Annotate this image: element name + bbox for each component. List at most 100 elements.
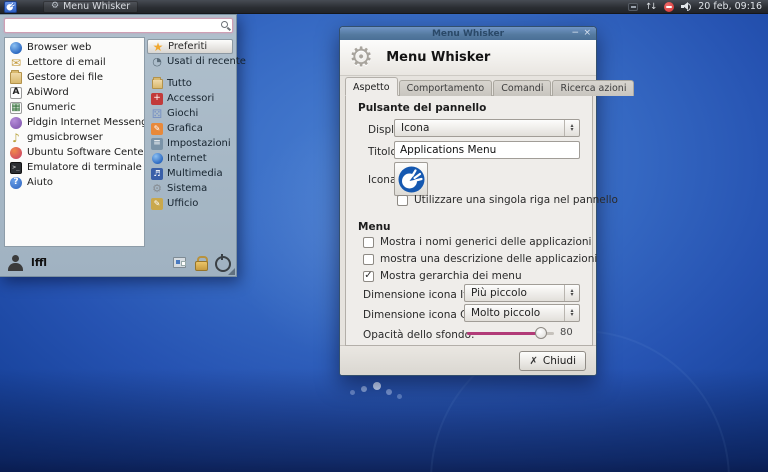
xubuntu-logo-icon [398, 166, 425, 193]
category-giochi[interactable]: ⚄ Giochi [147, 106, 233, 121]
single-row-checkbox[interactable]: Utilizzare una singola riga nel pannello [397, 194, 618, 206]
tab-bar: Aspetto Comportamento Comandi Ricerca az… [345, 78, 634, 96]
avatar [7, 254, 24, 271]
software-center-icon [10, 147, 22, 159]
slider-fill [467, 332, 541, 335]
network-arrows-icon[interactable]: ↑↓ [645, 3, 657, 11]
wallpaper-dot [361, 386, 367, 392]
menu-app-software-center[interactable]: Ubuntu Software Center [5, 145, 144, 160]
section-heading-panel-button: Pulsante del pannello [358, 102, 486, 114]
item-icon-size-combobox[interactable]: Più piccolo ▴▾ [464, 284, 580, 302]
panel-clock[interactable]: 20 feb, 09:16 [698, 1, 764, 12]
update-notifier-icon[interactable] [664, 2, 674, 12]
tab-ricerca-azioni[interactable]: Ricerca azioni [552, 80, 634, 96]
taskbar-window-button[interactable]: ⚙ Menu Whisker [43, 1, 138, 13]
generic-names-checkbox[interactable]: Mostra i nomi generici delle applicazion… [363, 236, 591, 248]
menu-app-file-manager[interactable]: Gestore dei file [5, 70, 144, 85]
settings-icon: ≡ [151, 138, 163, 150]
search-icon [221, 21, 228, 28]
category-internet[interactable]: Internet [147, 151, 233, 166]
category-impostazioni[interactable]: ≡ Impostazioni [147, 136, 233, 151]
system-gear-icon: ⚙ [151, 183, 163, 195]
category-list: ★ Preferiti ◔ Usati di recente Tutto + A… [147, 39, 233, 211]
checkbox-checked-icon: ✓ [363, 271, 374, 282]
menu-app-email[interactable]: ✉ Lettore di email [5, 55, 144, 70]
category-tutto[interactable]: Tutto [147, 76, 233, 91]
category-icon-size-combobox[interactable]: Molto piccolo ▴▾ [464, 304, 580, 322]
title-text-field[interactable] [394, 141, 580, 159]
close-dialog-button[interactable]: ✗ Chiudi [519, 351, 586, 371]
tab-aspetto[interactable]: Aspetto [345, 77, 398, 96]
menu-app-help[interactable]: ? Aiuto [5, 175, 144, 190]
spinner-arrows-icon: ▴▾ [564, 285, 579, 301]
whisker-menu-button[interactable] [4, 1, 17, 13]
category-preferiti[interactable]: ★ Preferiti [147, 39, 233, 54]
multimedia-icon: ♬ [151, 168, 163, 180]
opacity-slider[interactable] [467, 327, 554, 339]
gear-icon: ⚙ [51, 2, 59, 11]
description-checkbox[interactable]: mostra una descrizione delle applicazion… [363, 253, 597, 265]
category-ufficio[interactable]: ✎ Ufficio [147, 196, 233, 211]
category-grafica[interactable]: ✎ Grafica [147, 121, 233, 136]
power-icon[interactable] [215, 255, 229, 269]
taskbar-window-label: Menu Whisker [63, 1, 130, 12]
panel-icon-button[interactable] [394, 162, 428, 196]
spinner-arrows-icon: ▴▾ [564, 305, 579, 321]
checkbox-icon [363, 254, 374, 265]
xubuntu-logo-icon [6, 2, 15, 11]
menu-app-browser-web[interactable]: Browser web [5, 40, 144, 55]
email-icon: ✉ [10, 57, 22, 69]
menu-app-terminal[interactable]: >_ Emulatore di terminale [5, 160, 144, 175]
menu-hierarchy-checkbox[interactable]: ✓ Mostra gerarchia dei menu [363, 270, 522, 282]
menu-app-pidgin[interactable]: Pidgin Internet Messenger [5, 115, 144, 130]
office-icon: ✎ [151, 198, 163, 210]
wallpaper-dot [373, 382, 381, 390]
category-accessori[interactable]: + Accessori [147, 91, 233, 106]
keyboard-indicator-icon[interactable] [628, 3, 638, 11]
minimize-button[interactable]: − [571, 28, 579, 39]
folder-icon [152, 79, 163, 89]
menu-bottom-bar: lffl [0, 248, 236, 276]
lock-screen-icon[interactable] [195, 256, 206, 269]
games-dice-icon: ⚄ [151, 108, 163, 120]
web-browser-icon [10, 42, 22, 54]
close-icon[interactable]: × [583, 28, 591, 39]
slider-handle[interactable] [535, 327, 547, 339]
window-titlebar[interactable]: Menu Whisker − × [340, 27, 596, 40]
display-combobox[interactable]: Icona ▴▾ [394, 119, 580, 137]
category-sistema[interactable]: ⚙ Sistema [147, 181, 233, 196]
volume-icon[interactable] [681, 2, 691, 11]
dialog-header: ⚙ Menu Whisker [340, 40, 596, 76]
category-multimedia[interactable]: ♬ Multimedia [147, 166, 233, 181]
wallpaper-dot [397, 394, 402, 399]
opacity-value: 80 [560, 327, 573, 338]
tab-content: Pulsante del pannello Display: Icona ▴▾ … [345, 95, 593, 346]
category-usati-di-recente[interactable]: ◔ Usati di recente [147, 54, 233, 69]
star-icon: ★ [152, 41, 164, 53]
terminal-icon: >_ [10, 162, 22, 174]
tab-comportamento[interactable]: Comportamento [399, 80, 493, 96]
menu-app-gnumeric[interactable]: ▦ Gnumeric [5, 100, 144, 115]
wallpaper-dot [386, 389, 392, 395]
resize-grip[interactable] [228, 268, 235, 275]
menu-app-gmusicbrowser[interactable]: ♪ gmusicbrowser [5, 130, 144, 145]
whisker-settings-window: Menu Whisker − × ⚙ Menu Whisker Aspetto … [339, 26, 597, 376]
whisker-menu-popup: Browser web ✉ Lettore di email Gestore d… [0, 14, 237, 277]
dialog-footer: ✗ Chiudi [340, 345, 596, 375]
display-settings-icon[interactable] [173, 257, 186, 268]
system-tray: ↑↓ 20 feb, 09:16 [628, 1, 764, 12]
recent-clock-icon: ◔ [151, 56, 163, 68]
search-input[interactable] [4, 18, 233, 33]
dialog-title: Menu Whisker [386, 50, 490, 65]
pidgin-icon [10, 117, 22, 129]
accessories-icon: + [151, 93, 163, 105]
close-x-icon: ✗ [529, 356, 537, 367]
desktop: ⚙ Menu Whisker ↑↓ 20 feb, 09:16 Browser … [0, 0, 768, 472]
music-player-icon: ♪ [10, 132, 22, 144]
checkbox-icon [363, 237, 374, 248]
menu-app-abiword[interactable]: A AbiWord [5, 85, 144, 100]
wallpaper-dot [350, 390, 355, 395]
graphics-icon: ✎ [151, 123, 163, 135]
file-manager-icon [10, 72, 22, 84]
tab-comandi[interactable]: Comandi [493, 80, 551, 96]
